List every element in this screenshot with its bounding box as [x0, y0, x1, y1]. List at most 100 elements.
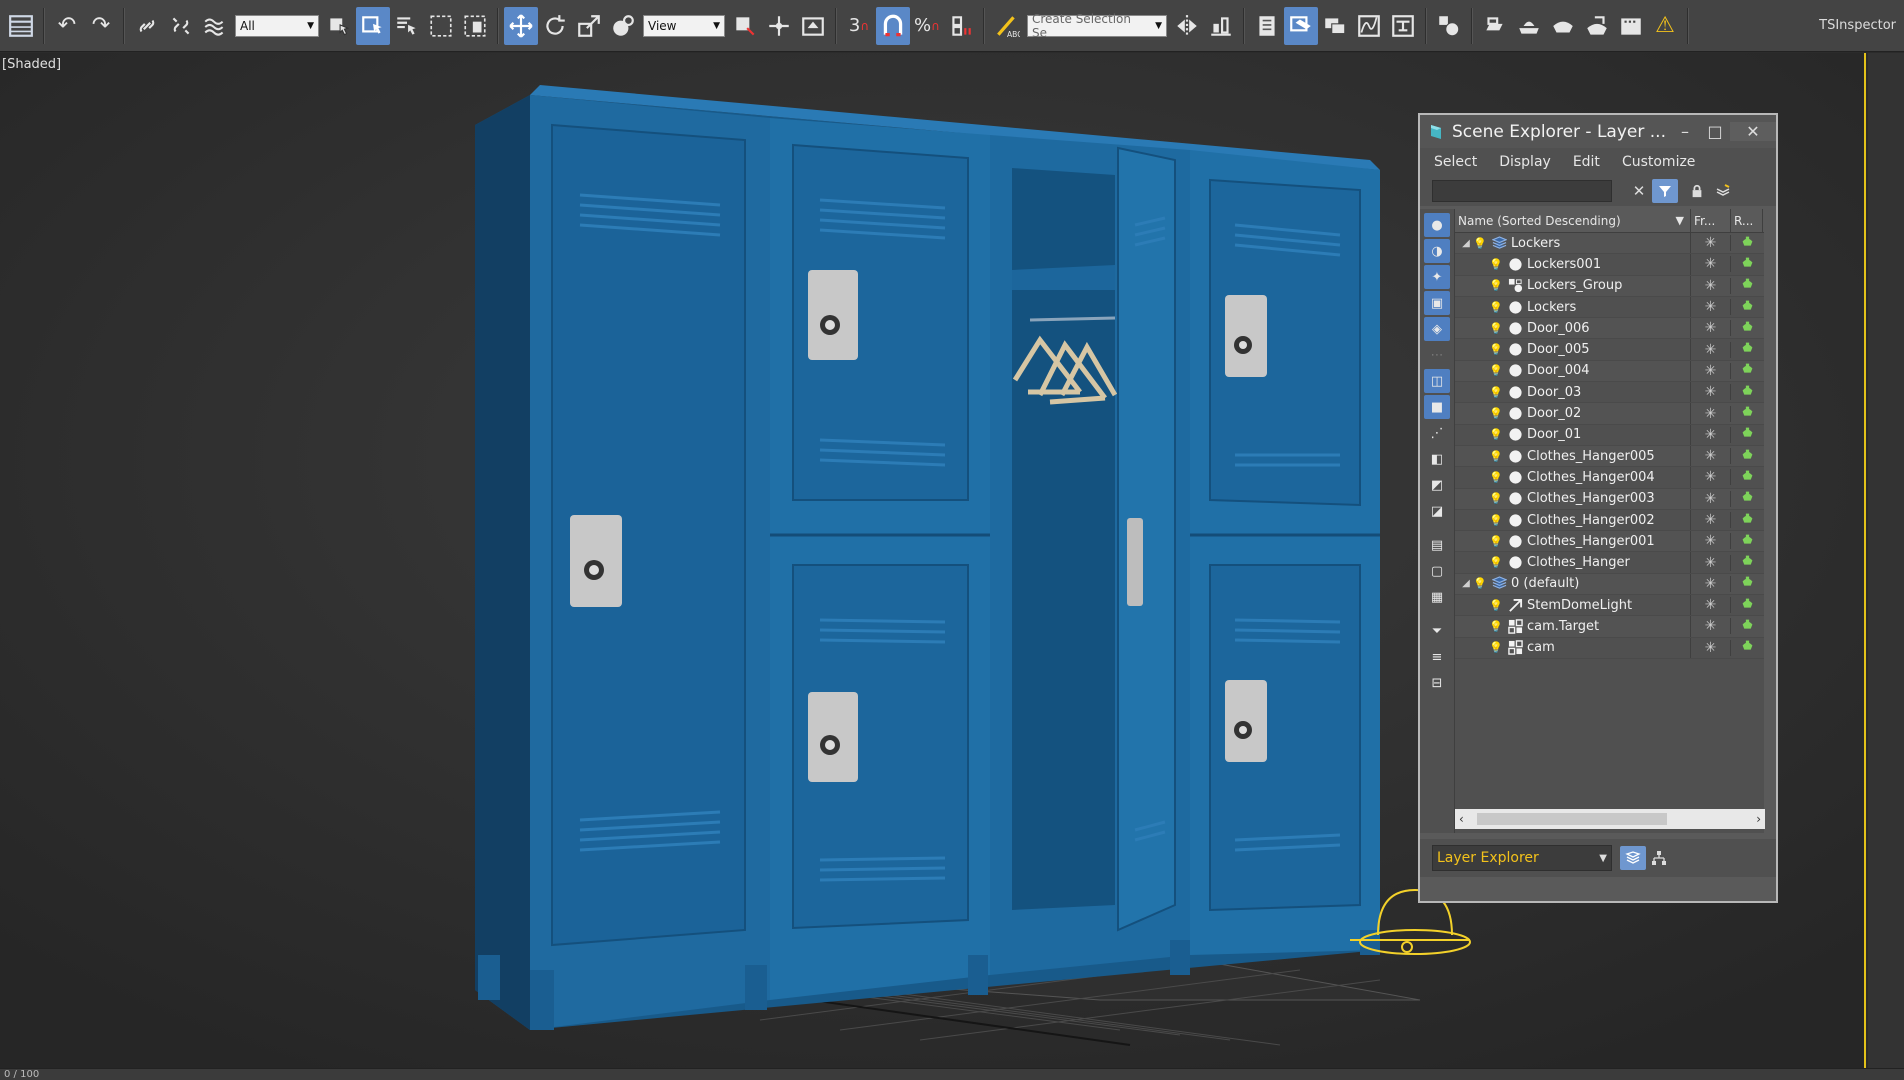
column-name-header[interactable]: Name (Sorted Descending) ▼ [1455, 208, 1691, 233]
filter-toggle-icon[interactable] [1652, 179, 1678, 203]
freeze-toggle-icon[interactable]: ✳ [1691, 639, 1731, 656]
tree-name-cell[interactable]: 💡 Clothes_Hanger005 [1455, 445, 1691, 467]
tree-name-cell[interactable]: 💡 Clothes_Hanger003 [1455, 488, 1691, 509]
tree-row[interactable]: 💡 Lockers001 ✳ [1455, 254, 1764, 276]
freeze-toggle-icon[interactable]: ✳ [1691, 575, 1731, 592]
visibility-bulb-icon[interactable]: 💡 [1489, 301, 1503, 314]
warning-icon[interactable]: ⚠ [1648, 7, 1682, 45]
tree-name-cell[interactable]: 💡 Door_03 [1455, 382, 1691, 403]
select-by-name-icon[interactable] [356, 6, 390, 45]
menu-customize[interactable]: Customize [1622, 154, 1696, 170]
toggle-scene-explorer-icon[interactable] [1250, 7, 1284, 45]
tree-name-cell[interactable]: 💡 cam [1455, 637, 1691, 658]
edit-named-selection-icon[interactable]: ABC [990, 7, 1024, 45]
tree-name-cell[interactable]: 💡 Door_006 [1455, 318, 1691, 339]
renderable-teapot-icon[interactable] [1731, 533, 1763, 550]
visibility-bulb-icon[interactable]: 💡 [1489, 386, 1503, 399]
renderable-teapot-icon[interactable] [1731, 618, 1763, 635]
tree-row[interactable]: 💡 Clothes_Hanger001 ✳ [1455, 531, 1764, 553]
lock-icon[interactable] [1684, 179, 1710, 203]
renderable-teapot-icon[interactable] [1731, 299, 1763, 316]
selection-filter-dropdown[interactable]: All ▼ [235, 14, 319, 37]
renderable-teapot-icon[interactable] [1731, 341, 1763, 358]
freeze-toggle-icon[interactable]: ✳ [1691, 277, 1731, 294]
tree-row[interactable]: 💡 Clothes_Hanger005 ✳ [1455, 445, 1764, 468]
angle-snap-icon[interactable] [876, 6, 910, 45]
expand-arrow-icon[interactable]: ◢ [1459, 578, 1473, 589]
freeze-toggle-icon[interactable]: ✳ [1691, 341, 1731, 358]
renderable-teapot-icon[interactable] [1731, 448, 1763, 465]
renderable-teapot-icon[interactable] [1731, 426, 1763, 443]
scrollbar-thumb[interactable] [1477, 813, 1667, 825]
visibility-bulb-icon[interactable]: 💡 [1489, 641, 1503, 654]
material-editor-icon[interactable] [1432, 7, 1466, 45]
renderable-teapot-icon[interactable] [1731, 554, 1763, 571]
tree-name-cell[interactable]: 💡 Clothes_Hanger004 [1455, 467, 1691, 488]
visibility-bulb-icon[interactable]: 💡 [1489, 514, 1503, 527]
maximize-icon[interactable]: □ [1700, 122, 1730, 141]
renderable-teapot-icon[interactable] [1731, 256, 1763, 273]
tree-row[interactable]: 💡 Clothes_Hanger ✳ [1455, 552, 1764, 574]
visibility-bulb-icon[interactable]: 💡 [1489, 471, 1503, 484]
freeze-toggle-icon[interactable]: ✳ [1691, 320, 1731, 337]
freeze-toggle-icon[interactable]: ✳ [1691, 469, 1731, 486]
explorer-mode-dropdown[interactable]: Layer Explorer ▼ [1432, 845, 1612, 871]
tree-name-cell[interactable]: 💡 Clothes_Hanger002 [1455, 509, 1691, 531]
spinner-snap-icon[interactable] [944, 7, 978, 45]
bind-space-warp-icon[interactable] [198, 7, 232, 45]
menu-display[interactable]: Display [1499, 154, 1551, 170]
freeze-toggle-icon[interactable]: ✳ [1691, 618, 1731, 635]
visibility-bulb-icon[interactable]: 💡 [1489, 364, 1503, 377]
schematic-view-icon[interactable] [1386, 7, 1420, 45]
renderable-teapot-icon[interactable] [1731, 469, 1763, 486]
visibility-bulb-icon[interactable]: 💡 [1473, 577, 1487, 590]
visibility-bulb-icon[interactable]: 💡 [1489, 407, 1503, 420]
link-icon[interactable] [130, 7, 164, 45]
column-render-header[interactable]: R... [1731, 208, 1763, 233]
visibility-bulb-icon[interactable]: 💡 [1489, 343, 1503, 356]
mirror-icon[interactable] [1170, 7, 1204, 45]
tree-row[interactable]: ◢ 💡 Lockers ✳ [1455, 233, 1764, 255]
render-production-icon[interactable] [1546, 7, 1580, 45]
select-and-move-icon[interactable] [504, 6, 538, 45]
window-crossing-icon[interactable] [458, 7, 492, 45]
tree-name-cell[interactable]: ◢ 💡 Lockers [1455, 233, 1691, 254]
freeze-toggle-icon[interactable]: ✳ [1691, 256, 1731, 273]
display-helpers-icon[interactable]: ◈ [1424, 317, 1450, 341]
tree-row[interactable]: 💡 Clothes_Hanger003 ✳ [1455, 488, 1764, 510]
unlink-icon[interactable] [164, 7, 198, 45]
select-object-icon[interactable] [322, 7, 356, 45]
tree-row[interactable]: 💡 Lockers ✳ [1455, 296, 1764, 319]
renderable-teapot-icon[interactable] [1731, 597, 1763, 614]
align-icon[interactable] [1204, 7, 1238, 45]
render-gallery-icon[interactable] [1614, 7, 1648, 45]
display-none-icon[interactable]: ▢ [1424, 559, 1450, 583]
curve-editor-icon[interactable] [1352, 7, 1386, 45]
renderable-teapot-icon[interactable] [1731, 384, 1763, 401]
freeze-toggle-icon[interactable]: ✳ [1691, 448, 1731, 465]
clear-search-icon[interactable]: ✕ [1626, 179, 1652, 203]
renderable-teapot-icon[interactable] [1731, 575, 1763, 592]
display-shapes-icon[interactable]: ◑ [1424, 239, 1450, 263]
freeze-toggle-icon[interactable]: ✳ [1691, 597, 1731, 614]
visibility-bulb-icon[interactable]: 💡 [1489, 620, 1503, 633]
freeze-toggle-icon[interactable]: ✳ [1691, 490, 1731, 507]
freeze-toggle-icon[interactable]: ✳ [1691, 384, 1731, 401]
viewport-shading-label[interactable]: [Shaded] [2, 57, 61, 72]
scene-explorer-titlebar[interactable]: Scene Explorer - Layer ... – □ ✕ [1420, 115, 1776, 148]
tree-name-cell[interactable]: 💡 Lockers001 [1455, 254, 1691, 275]
scroll-right-icon[interactable]: › [1756, 812, 1761, 826]
tree-row[interactable]: 💡 Door_02 ✳ [1455, 403, 1764, 425]
freeze-toggle-icon[interactable]: ✳ [1691, 533, 1731, 550]
display-frozen-icon[interactable]: ◩ [1424, 473, 1450, 497]
keyboard-shortcut-override-icon[interactable] [796, 7, 830, 45]
tree-name-cell[interactable]: ◢ 💡 0 (default) [1455, 573, 1691, 595]
tree-name-cell[interactable]: 💡 Door_02 [1455, 403, 1691, 424]
visibility-bulb-icon[interactable]: 💡 [1489, 322, 1503, 335]
select-manipulate-icon[interactable] [762, 7, 796, 45]
sort-by-layer-icon[interactable] [1620, 846, 1646, 870]
time-slider-strip[interactable]: 0 / 100 [0, 1068, 1904, 1080]
renderable-teapot-icon[interactable] [1731, 512, 1763, 529]
tree-row[interactable]: 💡 Door_005 ✳ [1455, 339, 1764, 361]
freeze-toggle-icon[interactable]: ✳ [1691, 426, 1731, 443]
